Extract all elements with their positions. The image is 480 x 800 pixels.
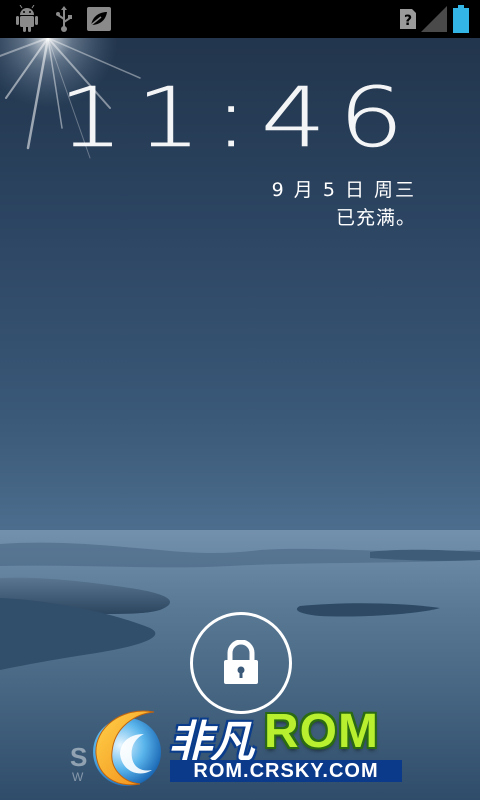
unknown-sim-icon: ? [400,9,416,29]
watermark: S W 非凡 ROM ROM.CRSKY.COM [60,696,420,800]
lock-icon [224,640,258,684]
charge-status: 已充满。 [335,207,416,229]
leaf-icon [87,7,111,31]
lockscreen-date: 9 月 5 日 周三 [271,179,416,201]
watermark-url: ROM.CRSKY.COM [170,760,402,782]
usb-icon [56,6,72,32]
lockscreen-clock: 11:46 [58,71,416,166]
crsky-logo-icon [93,710,161,786]
battery-icon [453,5,469,33]
lockscreen: ? 11:46 9 月 5 日 周三 已充满。 S W 非凡 ROM ROM.C… [0,0,480,800]
watermark-brand-rom: ROM [264,705,379,758]
status-bar: ? [0,0,480,38]
signal-icon [421,6,447,32]
android-debug-icon [16,5,38,32]
svg-text:?: ? [404,13,412,29]
